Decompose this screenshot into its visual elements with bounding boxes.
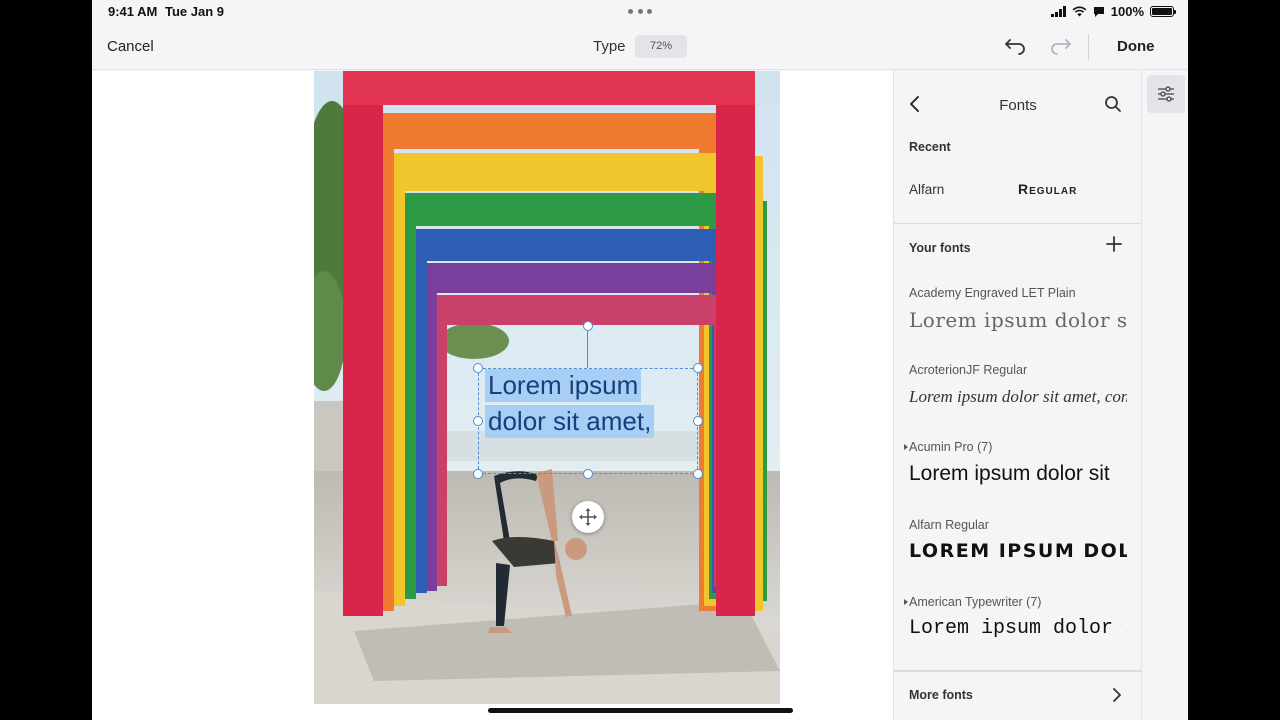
canvas-area[interactable]: Lorem ipsum dolor sit amet, <box>92 71 893 720</box>
font-item-alfarn[interactable]: Alfarn Regular Lorem ipsum dolor <box>894 518 1142 588</box>
font-name: AcroterionJF Regular <box>909 363 1028 377</box>
section-divider <box>894 223 1142 224</box>
your-fonts-section-label: Your fonts <box>909 241 971 255</box>
ipad-screen: 9:41 AM Tue Jan 9 100% Cancel Type 72% D… <box>92 0 1188 720</box>
font-sample: Lorem ipsum dolor sit <box>909 308 1127 332</box>
text-line-2[interactable]: dolor sit amet, <box>485 405 655 438</box>
font-name: Academy Engraved LET Plain <box>909 286 1076 300</box>
cellular-signal-icon <box>1050 6 1066 17</box>
rotate-handle[interactable] <box>583 321 593 331</box>
move-button[interactable] <box>572 501 604 533</box>
resize-handle-bottom-left[interactable] <box>473 469 483 479</box>
resize-handle-bottom-center[interactable] <box>583 469 593 479</box>
battery-icon <box>1150 6 1176 17</box>
toolbar-divider <box>1088 34 1089 60</box>
sliders-icon <box>1158 86 1174 102</box>
adjustments-button[interactable] <box>1147 75 1185 113</box>
chevron-right-icon <box>1113 688 1121 702</box>
recent-font-alfarn[interactable]: Alfarn Regular <box>894 171 1142 209</box>
font-name: American Typewriter (7) <box>909 595 1042 609</box>
font-item-acumin-pro[interactable]: Acumin Pro (7) Lorem ipsum dolor sit <box>894 440 1142 510</box>
message-icon <box>1093 6 1104 17</box>
expand-caret-icon[interactable] <box>904 599 908 605</box>
recent-font-name: Alfarn <box>909 182 945 197</box>
battery-percent: 100% <box>1110 4 1144 19</box>
font-item-academy-engraved[interactable]: Academy Engraved LET Plain Lorem ipsum d… <box>894 286 1142 356</box>
recent-section-label: Recent <box>909 140 951 154</box>
redo-icon[interactable] <box>1048 36 1072 56</box>
resize-handle-top-left[interactable] <box>473 363 483 373</box>
resize-handle-middle-left[interactable] <box>473 416 483 426</box>
font-sample: Lorem ipsum dolor sit <box>909 462 1110 485</box>
done-button[interactable]: Done <box>1117 38 1155 55</box>
mode-title: Type <box>593 38 626 55</box>
search-icon[interactable] <box>1104 95 1122 113</box>
cancel-button[interactable]: Cancel <box>107 38 154 55</box>
right-tool-rail <box>1141 71 1188 720</box>
expand-caret-icon[interactable] <box>904 444 908 450</box>
text-layer-box[interactable]: Lorem ipsum dolor sit amet, <box>478 368 698 474</box>
font-item-acroterionjf[interactable]: AcroterionJF Regular Lorem ipsum dolor s… <box>894 363 1142 433</box>
font-sample: Lorem ipsum dolor sit amet, conse <box>909 387 1127 406</box>
wifi-icon <box>1072 6 1087 17</box>
recent-font-style: Regular <box>1018 181 1078 197</box>
status-date: Tue Jan 9 <box>165 4 225 19</box>
font-name: Alfarn Regular <box>909 518 989 532</box>
top-toolbar: Cancel Type 72% Done <box>92 24 1188 70</box>
status-time: 9:41 AM <box>108 4 158 19</box>
fonts-panel: Fonts Recent Alfarn Regular Your fonts A… <box>893 71 1142 720</box>
font-item-american-typewriter[interactable]: American Typewriter (7) Lorem ipsum dolo… <box>894 595 1142 665</box>
zoom-level[interactable]: 72% <box>635 35 687 58</box>
move-icon <box>579 508 597 526</box>
more-fonts-button[interactable]: More fonts <box>894 670 1142 720</box>
font-sample: Lorem ipsum dolor s <box>909 617 1127 640</box>
rotation-stem <box>587 327 588 368</box>
resize-handle-bottom-right[interactable] <box>693 469 703 479</box>
text-line-1[interactable]: Lorem ipsum <box>485 369 642 402</box>
undo-icon[interactable] <box>1004 36 1028 56</box>
multitasking-dots[interactable] <box>628 9 652 15</box>
resize-handle-top-right[interactable] <box>693 363 703 373</box>
font-name: Acumin Pro (7) <box>909 440 993 454</box>
home-indicator[interactable] <box>488 708 793 713</box>
more-fonts-label: More fonts <box>909 688 973 702</box>
status-bar: 9:41 AM Tue Jan 9 100% <box>92 0 1188 24</box>
status-indicators: 100% <box>1050 4 1176 19</box>
font-sample: Lorem ipsum dolor <box>909 540 1127 562</box>
resize-handle-middle-right[interactable] <box>693 416 703 426</box>
plus-icon[interactable] <box>1106 236 1122 252</box>
